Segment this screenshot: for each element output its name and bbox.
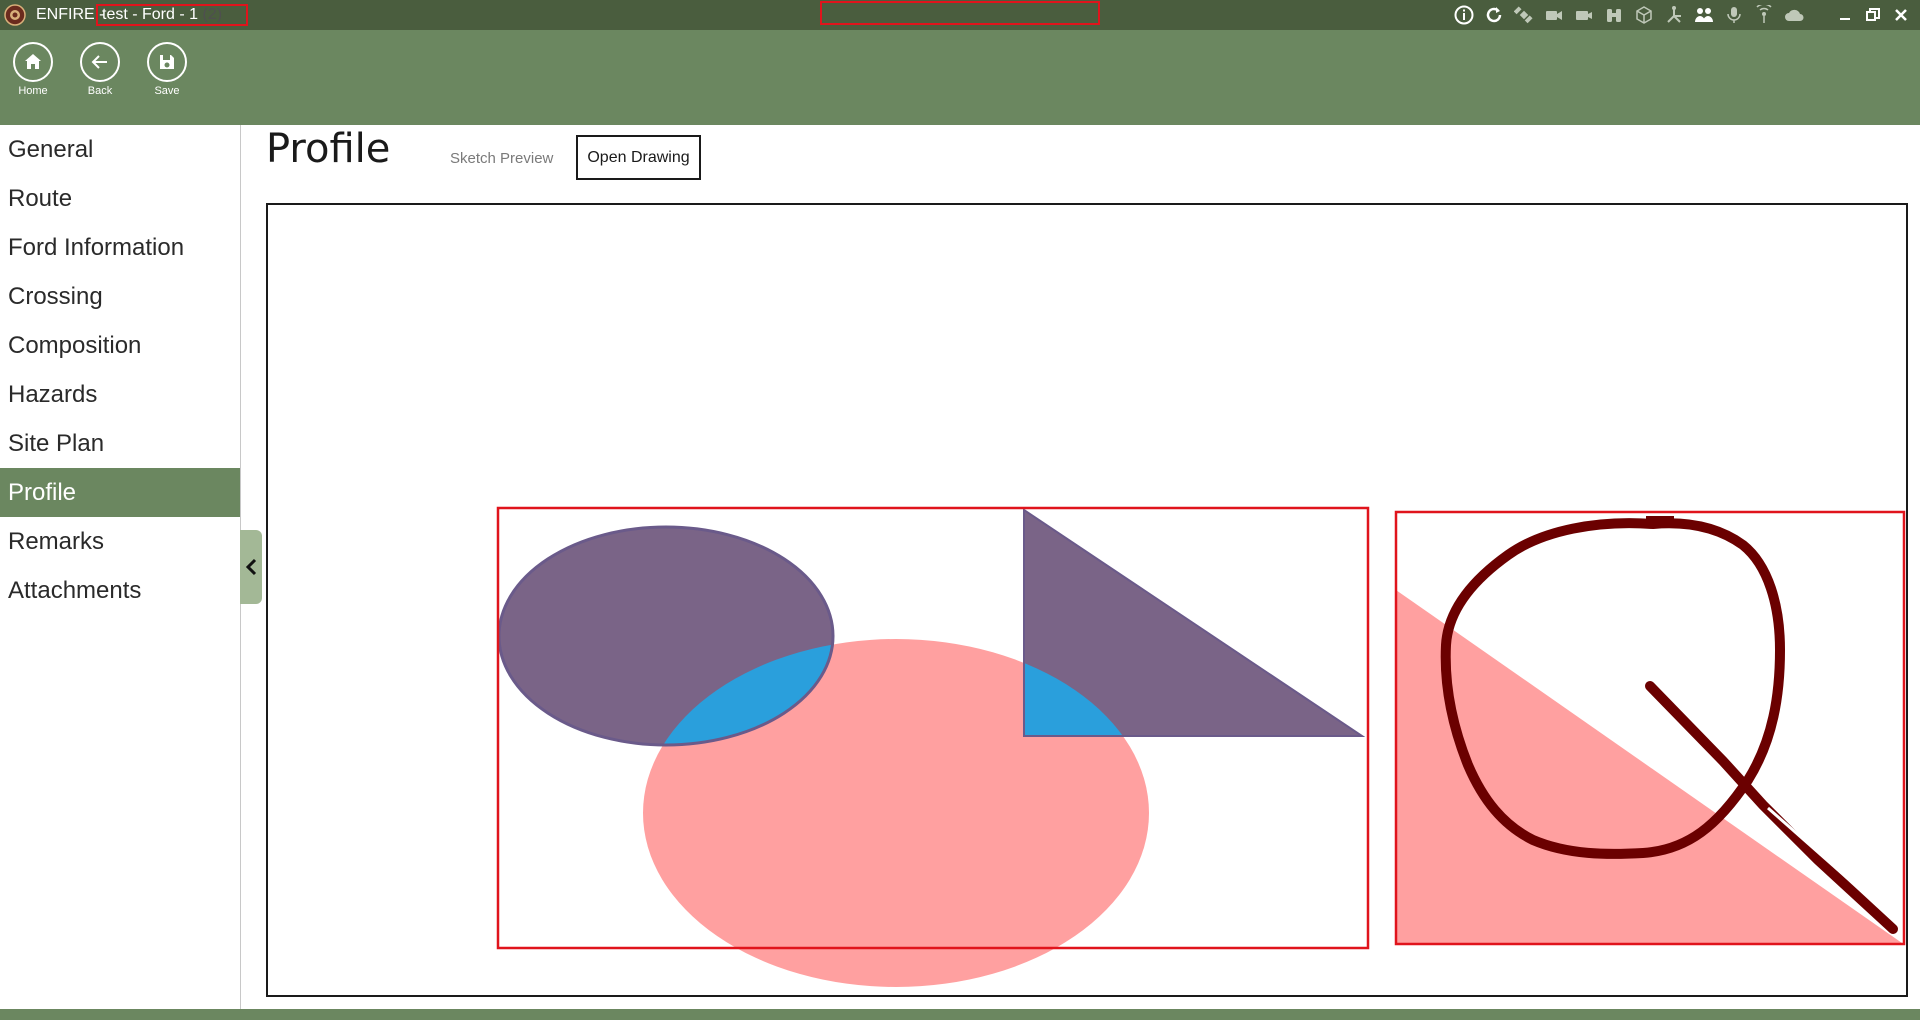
back-arrow-icon [80, 42, 120, 82]
restore-button[interactable] [1858, 3, 1888, 27]
satellite-icon[interactable] [1509, 3, 1539, 27]
status-bar [0, 1009, 1920, 1020]
sidebar-item-hazards[interactable]: Hazards [0, 370, 240, 419]
network-icon[interactable] [1659, 3, 1689, 27]
sidebar: General Route Ford Information Crossing … [0, 125, 241, 1009]
document-suffix: (2) [202, 6, 223, 23]
title-highlight-box [820, 1, 1100, 25]
sidebar-item-route[interactable]: Route [0, 174, 240, 223]
title-bar: ENFIRE - test - Ford - 1 (2) [0, 0, 1920, 30]
microphone-icon[interactable] [1719, 3, 1749, 27]
info-icon[interactable] [1449, 3, 1479, 27]
sidebar-item-site-plan[interactable]: Site Plan [0, 419, 240, 468]
app-title: ENFIRE - [36, 6, 105, 23]
document-name: test - Ford - 1 [102, 6, 199, 23]
sidebar-collapse-handle[interactable] [240, 530, 262, 604]
back-label: Back [87, 85, 113, 97]
refresh-icon[interactable] [1479, 3, 1509, 27]
chevron-left-icon [245, 558, 257, 576]
minimize-button[interactable] [1830, 3, 1860, 27]
back-button[interactable]: Back [72, 42, 128, 97]
wireless-icon[interactable] [1749, 3, 1779, 27]
home-button[interactable]: Home [5, 42, 61, 97]
sidebar-item-general[interactable]: General [0, 125, 240, 174]
cube-icon[interactable] [1629, 3, 1659, 27]
close-button[interactable] [1886, 3, 1916, 27]
sidebar-item-composition[interactable]: Composition [0, 321, 240, 370]
sidebar-item-attachments[interactable]: Attachments [0, 566, 240, 615]
cloud-icon[interactable] [1779, 3, 1809, 27]
home-icon [13, 42, 53, 82]
open-drawing-button[interactable]: Open Drawing [576, 135, 701, 180]
sidebar-item-remarks[interactable]: Remarks [0, 517, 240, 566]
sidebar-item-ford-information[interactable]: Ford Information [0, 223, 240, 272]
save-button[interactable]: Save [139, 42, 195, 97]
sketch-preview-label: Sketch Preview [450, 150, 554, 167]
camera-icon[interactable] [1569, 3, 1599, 27]
video-icon[interactable] [1539, 3, 1569, 27]
save-label: Save [154, 85, 180, 97]
titlebar-icon-group [1449, 3, 1809, 27]
sidebar-item-crossing[interactable]: Crossing [0, 272, 240, 321]
toolbar: Home Back Save [0, 30, 1920, 125]
document-title: test - Ford - 1 (2) [96, 4, 248, 26]
sketch-canvas [266, 203, 1908, 997]
sketch-drawing [496, 506, 1906, 987]
freehand-q-tick [1646, 516, 1674, 528]
enfire-logo-icon [4, 4, 26, 26]
page-title: Profile [266, 126, 391, 172]
group-icon[interactable] [1689, 3, 1719, 27]
binoculars-icon[interactable] [1599, 3, 1629, 27]
save-icon [147, 42, 187, 82]
sidebar-item-profile[interactable]: Profile [0, 468, 240, 517]
home-label: Home [18, 85, 48, 97]
